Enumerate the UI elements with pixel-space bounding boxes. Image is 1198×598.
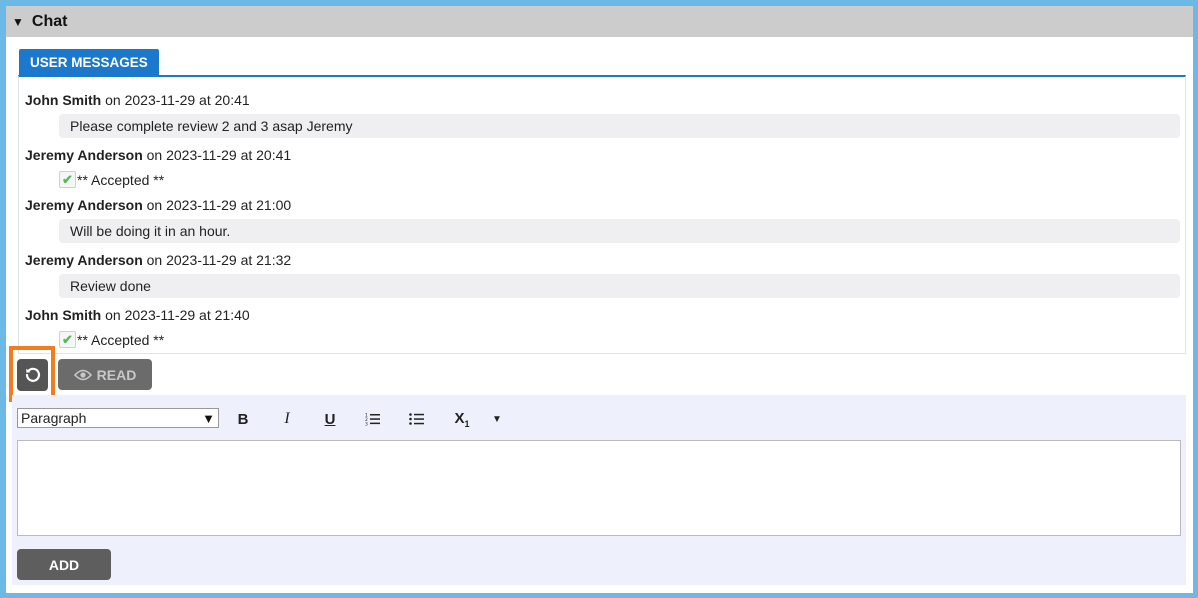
message-meta: on 2023-11-29 at 21:32: [142, 252, 292, 268]
underline-button[interactable]: U: [320, 408, 340, 430]
read-button[interactable]: READ: [58, 359, 152, 390]
read-button-label: READ: [96, 366, 137, 383]
accepted-message: ✔ ** Accepted **: [59, 171, 164, 188]
format-select-value: Paragraph: [21, 410, 87, 426]
message-meta: on 2023-11-29 at 20:41: [101, 92, 250, 108]
svg-text:3: 3: [365, 422, 368, 427]
message-text: Review done: [70, 278, 151, 294]
subscript-button[interactable]: X1: [452, 408, 472, 430]
message-editor: Paragraph ▼ B I U 1 2 3 X1 ▼ ADD: [12, 395, 1186, 585]
message-text: ** Accepted **: [77, 171, 165, 188]
ordered-list-icon: 1 2 3: [365, 413, 380, 427]
message-author: Jeremy Anderson: [25, 147, 143, 163]
message-text: Will be doing it in an hour.: [70, 223, 231, 239]
bullet-list-button[interactable]: [406, 408, 428, 430]
message-author: Jeremy Anderson: [25, 197, 143, 213]
bold-icon: B: [237, 410, 249, 428]
message-text: Please complete review 2 and 3 asap Jere…: [70, 118, 353, 134]
message-header: John Smith on 2023-11-29 at 21:40: [25, 307, 250, 323]
chevron-down-icon: ▼: [492, 413, 502, 425]
underline-icon: U: [324, 410, 336, 428]
chat-panel: ▼ Chat USER MESSAGES John Smith on 2023-…: [6, 6, 1193, 593]
panel-header[interactable]: ▼ Chat: [6, 6, 1193, 37]
format-select[interactable]: Paragraph ▼: [17, 408, 219, 428]
message-text: ** Accepted **: [77, 331, 165, 348]
collapse-caret-icon[interactable]: ▼: [12, 15, 24, 29]
message-meta: on 2023-11-29 at 21:40: [101, 307, 250, 323]
italic-icon: I: [284, 410, 290, 427]
message-bubble: Review done: [59, 274, 1180, 298]
bold-button[interactable]: B: [233, 408, 253, 430]
message-header: John Smith on 2023-11-29 at 20:41: [25, 92, 250, 108]
message-meta: on 2023-11-29 at 20:41: [142, 147, 292, 163]
add-button[interactable]: ADD: [17, 549, 111, 580]
eye-icon: [73, 369, 92, 380]
message-meta: on 2023-11-29 at 21:00: [142, 197, 292, 213]
accepted-message: ✔ ** Accepted **: [59, 331, 164, 348]
message-author: John Smith: [25, 92, 102, 108]
message-bubble: Please complete review 2 and 3 asap Jere…: [59, 114, 1180, 138]
bullet-list-icon: [409, 413, 424, 425]
dropdown-arrow-icon: ▼: [202, 410, 215, 426]
message-list: John Smith on 2023-11-29 at 20:41 Please…: [18, 75, 1186, 354]
message-textarea[interactable]: [17, 440, 1181, 536]
message-bubble: Will be doing it in an hour.: [59, 219, 1180, 243]
tab-user-messages[interactable]: USER MESSAGES: [19, 49, 159, 75]
subscript-dropdown[interactable]: ▼: [491, 408, 503, 430]
message-author: Jeremy Anderson: [25, 252, 143, 268]
checkmark-icon: ✔: [59, 331, 76, 348]
message-header: Jeremy Anderson on 2023-11-29 at 21:32: [25, 252, 291, 268]
panel-title: Chat: [31, 12, 68, 30]
subscript-icon: X1: [454, 409, 470, 429]
italic-button[interactable]: I: [277, 408, 297, 430]
checkmark-icon: ✔: [59, 171, 76, 188]
message-header: Jeremy Anderson on 2023-11-29 at 20:41: [25, 147, 291, 163]
refresh-button[interactable]: [17, 359, 48, 391]
refresh-icon: [25, 367, 40, 382]
ordered-list-button[interactable]: 1 2 3: [362, 408, 384, 430]
message-author: John Smith: [25, 307, 102, 323]
message-header: Jeremy Anderson on 2023-11-29 at 21:00: [25, 197, 291, 213]
